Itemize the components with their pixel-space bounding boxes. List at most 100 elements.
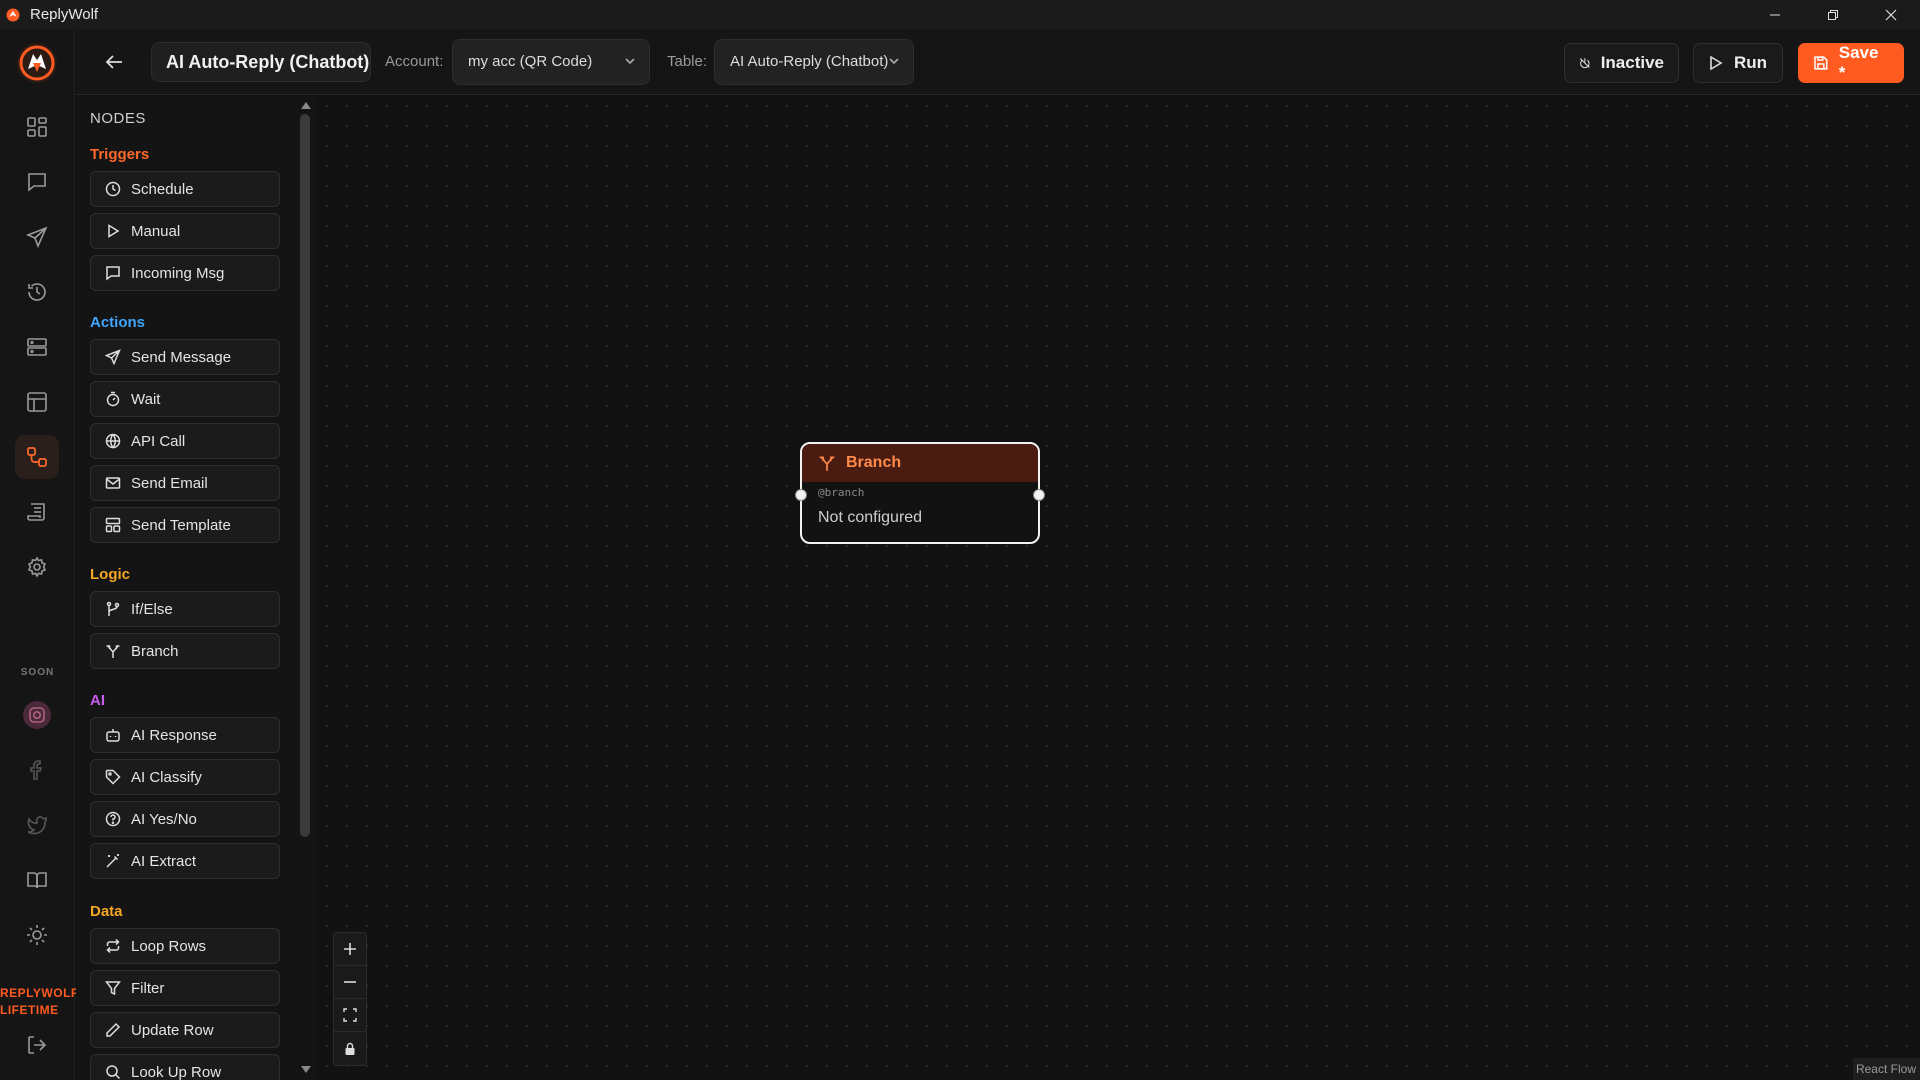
- minus-icon: [344, 981, 356, 983]
- branch-node-status: Not configured: [818, 509, 923, 526]
- branch-node-id: @branch: [818, 486, 865, 499]
- table-label: Table:: [667, 53, 708, 70]
- node-if-else[interactable]: If/Else: [90, 591, 280, 627]
- messages-icon[interactable]: [15, 160, 59, 204]
- message-square-icon: [106, 266, 120, 281]
- table-select[interactable]: AI Auto-Reply (Chatbot): [714, 39, 914, 85]
- templates-icon[interactable]: [15, 325, 59, 369]
- node-ai-extract[interactable]: AI Extract: [90, 843, 280, 879]
- node-look-up-row[interactable]: Look Up Row: [90, 1054, 280, 1080]
- node-send-template[interactable]: Send Template: [90, 507, 280, 543]
- replywolf-logo[interactable]: [17, 43, 57, 83]
- magic-wand-icon: [106, 854, 119, 868]
- node-label: AI Yes/No: [131, 810, 197, 828]
- node-loop-rows[interactable]: Loop Rows: [90, 928, 280, 964]
- node-label: Schedule: [131, 180, 194, 198]
- branch-node[interactable]: Branch @branch Not configured: [795, 442, 1045, 544]
- node-output-handle[interactable]: [1033, 489, 1045, 501]
- node-label: AI Response: [131, 726, 217, 744]
- window-controls: [1746, 0, 1920, 29]
- nodes-panel-scrollbar[interactable]: [296, 96, 316, 1080]
- dashboard-icon[interactable]: [15, 105, 59, 149]
- restore-button[interactable]: [1804, 0, 1862, 29]
- run-label: Run: [1734, 53, 1768, 72]
- plan-badge-line1: REPLYWOLF: [0, 986, 79, 1000]
- help-circle-icon: [105, 811, 121, 827]
- settings-gear-icon[interactable]: [15, 545, 59, 589]
- repeat-icon: [106, 938, 120, 954]
- tag-icon: [105, 769, 121, 785]
- section-actions: Actions: [90, 314, 146, 331]
- workflow-name-input[interactable]: AI Auto-Reply (Chatbot): [151, 42, 371, 82]
- plus-icon: [344, 943, 356, 955]
- lock-interactivity-button[interactable]: [334, 1032, 366, 1065]
- node-update-row[interactable]: Update Row: [90, 1012, 280, 1048]
- history-icon[interactable]: [15, 270, 59, 314]
- section-triggers: Triggers: [90, 146, 150, 163]
- table-icon[interactable]: [15, 380, 59, 424]
- save-disk-icon: [1814, 56, 1828, 70]
- node-input-handle[interactable]: [795, 489, 807, 501]
- run-button[interactable]: Run: [1693, 43, 1783, 83]
- scroll-down-arrow[interactable]: [301, 1066, 311, 1073]
- logs-icon[interactable]: [15, 490, 59, 534]
- soon-label: SOON: [20, 667, 55, 678]
- clock-icon: [105, 181, 121, 197]
- minimize-button[interactable]: [1746, 0, 1804, 29]
- node-api-call[interactable]: API Call: [90, 423, 280, 459]
- section-logic: Logic: [90, 566, 130, 583]
- close-window-button[interactable]: [1862, 0, 1920, 29]
- node-schedule[interactable]: Schedule: [90, 171, 280, 207]
- node-manual[interactable]: Manual: [90, 213, 280, 249]
- node-ai-response[interactable]: AI Response: [90, 717, 280, 753]
- node-ai-classify[interactable]: AI Classify: [90, 759, 280, 795]
- facebook-icon: [15, 748, 59, 792]
- workflow-icon[interactable]: [15, 435, 59, 479]
- bot-icon: [106, 729, 120, 742]
- scroll-up-arrow[interactable]: [301, 102, 311, 109]
- theme-sun-icon[interactable]: [15, 913, 59, 957]
- save-button[interactable]: Save *: [1798, 43, 1904, 83]
- send-icon[interactable]: [15, 215, 59, 259]
- chevron-down-icon: [623, 54, 637, 72]
- node-branch[interactable]: Branch: [90, 633, 280, 669]
- logout-icon[interactable]: [15, 1023, 59, 1067]
- fit-view-icon: [343, 1008, 357, 1022]
- search-icon: [106, 1065, 121, 1080]
- lock-icon: [345, 1042, 355, 1055]
- inactive-label: Inactive: [1600, 53, 1664, 72]
- split-icon: [819, 456, 835, 471]
- account-select[interactable]: my acc (QR Code): [452, 39, 650, 85]
- react-flow-attribution[interactable]: React Flow: [1852, 1058, 1920, 1080]
- editor-header: AI Auto-Reply (Chatbot) Account: my acc …: [76, 29, 1920, 95]
- mail-icon: [105, 477, 121, 489]
- back-arrow-icon[interactable]: [100, 49, 128, 75]
- filter-icon: [105, 981, 121, 996]
- power-off-icon: [1579, 58, 1590, 69]
- docs-book-icon[interactable]: [15, 858, 59, 902]
- timer-icon: [106, 391, 120, 407]
- node-ai-yes-no[interactable]: AI Yes/No: [90, 801, 280, 837]
- account-label: Account:: [385, 53, 444, 70]
- template-icon: [105, 517, 121, 533]
- flow-canvas[interactable]: Branch @branch Not configured React Flow: [317, 96, 1920, 1080]
- node-filter[interactable]: Filter: [90, 970, 280, 1006]
- fit-view-button[interactable]: [334, 999, 366, 1032]
- instagram-icon: [15, 693, 59, 737]
- node-wait[interactable]: Wait: [90, 381, 280, 417]
- plan-badge: REPLYWOLF LIFETIME: [0, 985, 79, 1019]
- node-send-email[interactable]: Send Email: [90, 465, 280, 501]
- node-label: If/Else: [131, 600, 173, 618]
- node-incoming-msg[interactable]: Incoming Msg: [90, 255, 280, 291]
- node-label: Filter: [131, 979, 165, 997]
- node-label: Wait: [131, 390, 161, 408]
- table-select-value: AI Auto-Reply (Chatbot): [730, 53, 889, 70]
- node-label: Send Template: [131, 516, 231, 534]
- zoom-out-button[interactable]: [334, 966, 366, 999]
- node-send-message[interactable]: Send Message: [90, 339, 280, 375]
- inactive-toggle-button[interactable]: Inactive: [1564, 43, 1679, 83]
- scroll-thumb[interactable]: [300, 114, 310, 837]
- icon-rail: SOON REPLYWOLF LIFETIME: [0, 29, 79, 1080]
- zoom-in-button[interactable]: [334, 933, 366, 966]
- chevron-down-icon: [887, 54, 901, 72]
